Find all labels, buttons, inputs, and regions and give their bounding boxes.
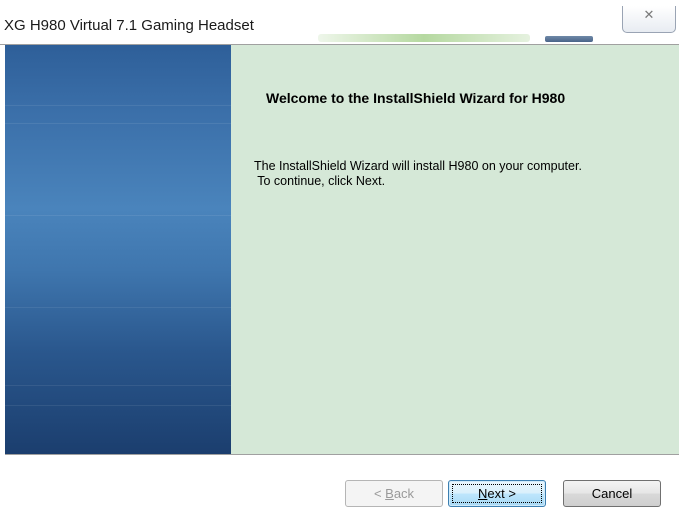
back-button-mnemonic: B bbox=[385, 486, 394, 501]
wizard-side-banner bbox=[5, 45, 231, 454]
close-icon: ✕ bbox=[643, 8, 655, 23]
next-button[interactable]: Next > bbox=[448, 480, 546, 507]
wizard-heading: Welcome to the InstallShield Wizard for … bbox=[266, 90, 566, 106]
title-bar-decoration-2 bbox=[545, 36, 593, 42]
wizard-description: The InstallShield Wizard will install H9… bbox=[254, 159, 582, 188]
back-button-prefix: < bbox=[373, 486, 386, 501]
window-title: XG H980 Virtual 7.1 Gaming Headset bbox=[4, 17, 254, 34]
banner-stripe bbox=[5, 105, 231, 106]
focus-ring bbox=[452, 484, 542, 503]
banner-stripe bbox=[5, 405, 231, 406]
back-button[interactable]: < Back bbox=[345, 480, 443, 507]
banner-stripe bbox=[5, 123, 231, 124]
title-bar[interactable]: XG H980 Virtual 7.1 Gaming Headset ✕ bbox=[0, 0, 679, 44]
button-bar-divider bbox=[5, 454, 679, 455]
close-button[interactable]: ✕ bbox=[622, 6, 676, 33]
back-button-label: ack bbox=[393, 486, 415, 501]
cancel-button[interactable]: Cancel bbox=[563, 480, 661, 507]
title-bar-decoration bbox=[318, 34, 530, 42]
cancel-button-label: Cancel bbox=[591, 486, 633, 501]
banner-stripe bbox=[5, 215, 231, 216]
wizard-content: Welcome to the InstallShield Wizard for … bbox=[0, 44, 679, 454]
wizard-button-bar: < Back Next > Cancel bbox=[0, 454, 679, 523]
wizard-main-panel: Welcome to the InstallShield Wizard for … bbox=[231, 45, 679, 454]
installer-window: XG H980 Virtual 7.1 Gaming Headset ✕ Wel… bbox=[0, 0, 679, 523]
banner-stripe bbox=[5, 307, 231, 308]
banner-stripe bbox=[5, 385, 231, 386]
